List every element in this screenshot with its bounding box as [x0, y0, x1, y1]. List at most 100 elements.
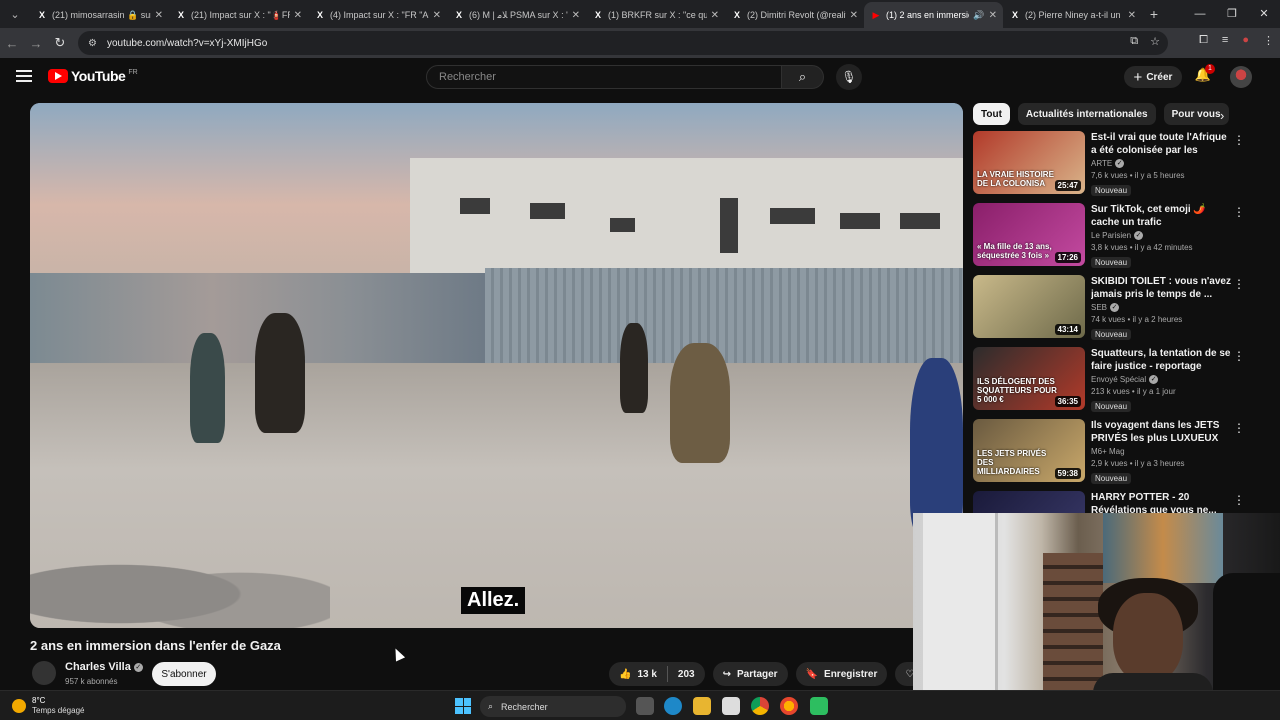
verified-check-icon: ✓: [1115, 159, 1125, 169]
store-icon[interactable]: [722, 697, 740, 715]
voice-search-button[interactable]: 🎙: [836, 64, 862, 90]
recommendation-channel[interactable]: M6+ Mag: [1091, 447, 1125, 456]
browser-menu-icon[interactable]: ⋮: [1263, 34, 1274, 47]
browser-tab[interactable]: X (1) BRKFR sur X : "ce que ✕: [586, 2, 725, 28]
profile-icon[interactable]: ●: [1242, 34, 1249, 47]
channel-name[interactable]: Charles Villa ✓: [65, 661, 143, 673]
windows-start-icon[interactable]: [455, 698, 471, 714]
video-player[interactable]: Allez.: [30, 103, 963, 628]
recommendation-title[interactable]: Ils voyagent dans les JETS PRIVÉS les pl…: [1091, 419, 1231, 445]
notifications-button[interactable]: 🔔 1: [1194, 64, 1215, 85]
video-subtitle: Allez.: [461, 587, 526, 614]
search-icon: ⌕: [798, 69, 807, 84]
save-label: Enregistrer: [824, 668, 878, 680]
chrome-icon[interactable]: [751, 697, 769, 715]
video-thumbnail[interactable]: LES JETS PRIVÉS DES MILLIARDAIRES 59:38: [973, 419, 1085, 482]
x-favicon-icon: X: [1011, 10, 1018, 20]
video-frame-person: [255, 313, 305, 433]
tab-close-icon[interactable]: ✕: [294, 10, 302, 21]
firefox-icon[interactable]: [780, 697, 798, 715]
recommendation-title[interactable]: Est-il vrai que toute l'Afrique a été co…: [1091, 131, 1231, 157]
extensions-icon[interactable]: ⧠: [1199, 34, 1208, 47]
browser-tab[interactable]: X (2) Pierre Niney a-t-il un ✕: [1003, 2, 1142, 28]
channel-avatar[interactable]: [32, 661, 56, 685]
tab-close-icon[interactable]: ✕: [989, 10, 997, 21]
create-button[interactable]: + Créer: [1124, 66, 1182, 88]
app-icon[interactable]: [810, 697, 828, 715]
filter-chip[interactable]: Tout: [973, 103, 1010, 125]
more-options-icon[interactable]: ⋮: [1233, 205, 1245, 219]
recommendation-item[interactable]: « Ma fille de 13 ans, séquestrée 3 fois …: [973, 203, 1273, 269]
subscribe-button[interactable]: S'abonner: [152, 662, 216, 686]
address-bar-row: ← → ↻ ⚙ youtube.com/watch?v=xYj-XMIjHGo …: [0, 28, 1280, 58]
comment-count-button[interactable]: 203: [668, 669, 705, 680]
youtube-logo[interactable]: YouTube FR: [48, 68, 138, 84]
weather-widget[interactable]: 8°C Temps dégagé: [12, 696, 84, 716]
filter-chips: Tout Actualités internationales Pour vous: [973, 103, 1229, 125]
site-info-icon[interactable]: ⚙: [88, 38, 97, 49]
video-duration: 17:26: [1054, 252, 1081, 263]
media-control-icon[interactable]: ≡: [1222, 34, 1228, 47]
browser-tab[interactable]: X (4) Impact sur X : "FR "Au ✕: [308, 2, 447, 28]
more-options-icon[interactable]: ⋮: [1233, 349, 1245, 363]
like-button[interactable]: 👍 13 k: [609, 669, 667, 680]
more-options-icon[interactable]: ⋮: [1233, 133, 1245, 147]
tab-close-icon[interactable]: ✕: [572, 10, 580, 21]
tab-close-icon[interactable]: ✕: [1128, 10, 1136, 21]
search-button[interactable]: ⌕: [782, 65, 824, 89]
filter-chip[interactable]: Pour vous: [1163, 103, 1229, 125]
bookmark-star-icon[interactable]: ☆: [1150, 35, 1160, 48]
more-options-icon[interactable]: ⋮: [1233, 493, 1245, 507]
tab-close-icon[interactable]: ✕: [850, 10, 858, 21]
x-favicon-icon: X: [455, 10, 462, 20]
new-tab-button[interactable]: +: [1142, 6, 1166, 22]
minimize-icon[interactable]: —: [1184, 0, 1216, 28]
recommendation-channel[interactable]: Envoyé Spécial ✓: [1091, 375, 1159, 385]
recommendation-channel[interactable]: ARTE ✓: [1091, 159, 1125, 169]
tab-search-icon[interactable]: ⌄: [4, 3, 26, 25]
browser-tab[interactable]: X (21) mimosarrasin 🔒 sur ✕: [30, 2, 169, 28]
recommendation-channel[interactable]: SEB ✓: [1091, 303, 1120, 313]
new-badge: Nouveau: [1091, 401, 1132, 412]
video-thumbnail[interactable]: LA VRAIE HISTOIRE DE LA COLONISA 25:47: [973, 131, 1085, 194]
video-thumbnail[interactable]: « Ma fille de 13 ans, séquestrée 3 fois …: [973, 203, 1085, 266]
browser-tab[interactable]: ▶ (1) 2 ans en immersio 🔊 ✕: [864, 2, 1003, 28]
file-explorer-icon[interactable]: [693, 697, 711, 715]
taskbar-search[interactable]: ⌕ Rechercher: [480, 696, 626, 717]
task-view-icon[interactable]: [636, 697, 654, 715]
more-options-icon[interactable]: ⋮: [1233, 277, 1245, 291]
video-thumbnail[interactable]: ILS DÉLOGENT DES SQUATTEURS POUR 5 000 €…: [973, 347, 1085, 410]
account-avatar[interactable]: [1230, 66, 1252, 88]
more-options-icon[interactable]: ⋮: [1233, 421, 1245, 435]
tab-close-icon[interactable]: ✕: [433, 10, 441, 21]
recommendation-item[interactable]: 43:14 SKIBIDI TOILET : vous n'avez jamais…: [973, 275, 1273, 341]
maximize-icon[interactable]: ❐: [1216, 0, 1248, 28]
speaker-icon[interactable]: 🔊: [973, 10, 984, 21]
recommendation-title[interactable]: Sur TikTok, cet emoji 🌶️ cache un trafic…: [1091, 203, 1231, 229]
url-bar[interactable]: ⚙ youtube.com/watch?v=xYj-XMIjHGo ⧉ ☆: [78, 31, 1168, 55]
forward-icon[interactable]: →: [24, 36, 48, 51]
video-thumbnail[interactable]: 43:14: [973, 275, 1085, 338]
tab-close-icon[interactable]: ✕: [711, 10, 719, 21]
browser-tab[interactable]: X (2) Dimitri Revolt (@realit ✕: [725, 2, 864, 28]
recommendation-title[interactable]: Squatteurs, la tentation de se faire jus…: [1091, 347, 1231, 373]
browser-tab[interactable]: X (21) Impact sur X : "🧯FR ✕: [169, 2, 308, 28]
edge-icon[interactable]: [664, 697, 682, 715]
guide-menu-icon[interactable]: [16, 70, 32, 82]
recommendation-item[interactable]: LES JETS PRIVÉS DES MILLIARDAIRES 59:38 Il…: [973, 419, 1273, 485]
share-button[interactable]: ↪ Partager: [712, 662, 788, 686]
close-window-icon[interactable]: ✕: [1248, 0, 1280, 28]
save-button[interactable]: 🔖 Enregistrer: [795, 662, 888, 686]
recommendation-channel[interactable]: Le Parisien ✓: [1091, 231, 1144, 241]
cast-icon[interactable]: ⧉: [1130, 35, 1138, 48]
back-icon[interactable]: ←: [0, 36, 24, 51]
recommendation-title[interactable]: SKIBIDI TOILET : vous n'avez jamais pris…: [1091, 275, 1231, 301]
browser-tab[interactable]: X (6) M | ﻼﻣ PSMA sur X : "Il ✕: [447, 2, 586, 28]
recommendation-item[interactable]: LA VRAIE HISTOIRE DE LA COLONISA 25:47 Est…: [973, 131, 1273, 197]
recommendation-item[interactable]: ILS DÉLOGENT DES SQUATTEURS POUR 5 000 €…: [973, 347, 1273, 413]
reload-icon[interactable]: ↻: [48, 35, 72, 51]
search-input[interactable]: [437, 70, 781, 84]
tab-close-icon[interactable]: ✕: [155, 10, 163, 21]
filter-chip[interactable]: Actualités internationales: [1017, 103, 1156, 125]
chevron-right-icon[interactable]: ›: [1220, 108, 1224, 123]
